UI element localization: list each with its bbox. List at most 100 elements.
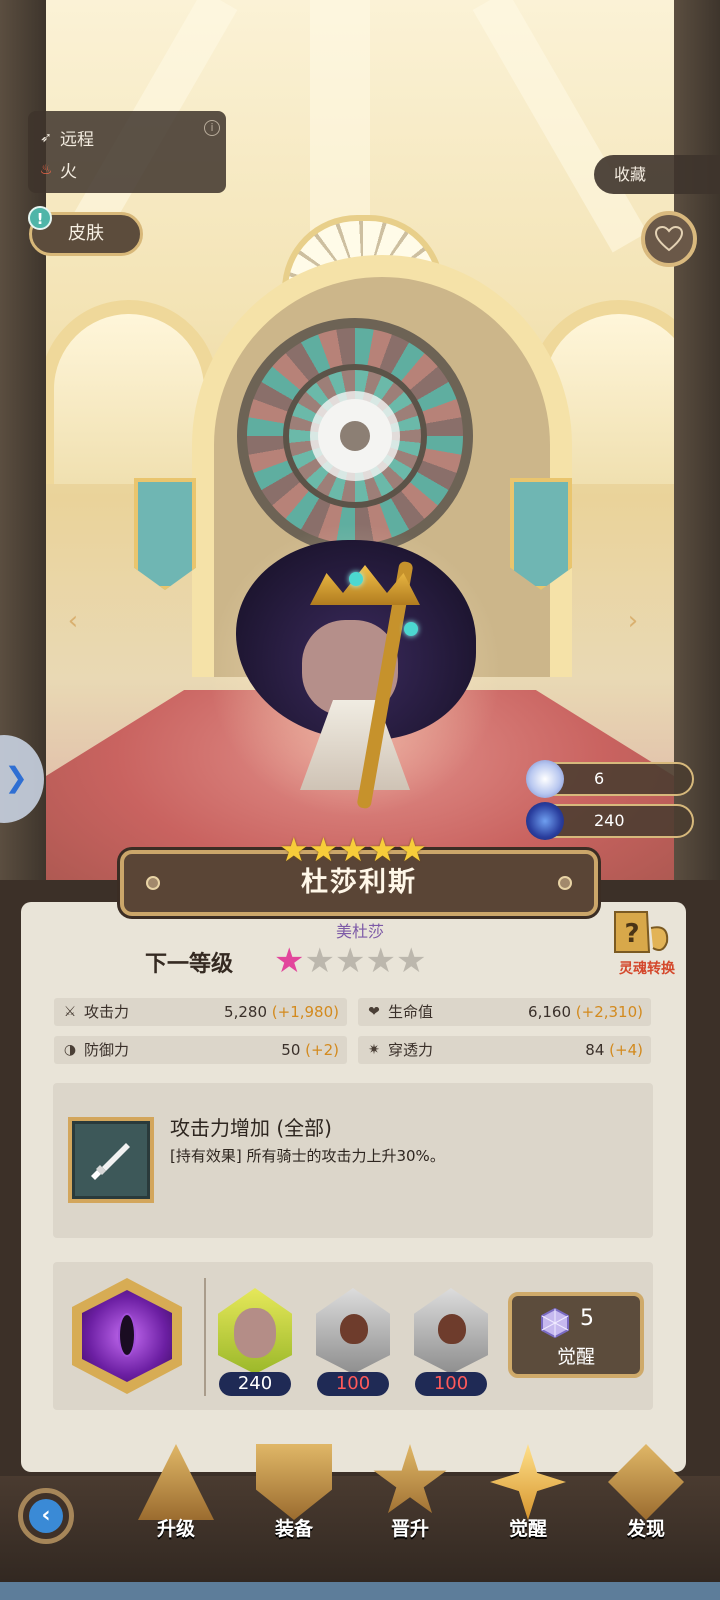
heart-icon: ❤ — [368, 1004, 380, 1020]
attack-type-label: 远程 — [60, 130, 94, 150]
stat-bonus: (+4) — [609, 1041, 643, 1059]
nav-label: 觉醒 — [508, 1518, 547, 1540]
nav-label: 晋升 — [390, 1518, 429, 1540]
next-skin-arrow-icon[interactable]: › — [622, 606, 644, 636]
element-row: ♨ 火 — [38, 157, 77, 183]
rank-star-icon: ★ — [338, 830, 368, 869]
light-ray — [472, 0, 648, 253]
svg-text:?: ? — [624, 919, 639, 949]
awaken-button[interactable]: 5 觉醒 — [508, 1292, 644, 1378]
stat-penetration: ✷ 穿透力 84 (+4) — [358, 1036, 651, 1064]
stat-hp: ❤ 生命值 6,160 (+2,310) — [358, 998, 651, 1026]
stat-label: 防御力 — [84, 1041, 130, 1059]
material-fire-stone[interactable] — [316, 1288, 390, 1374]
sword-icon — [91, 1143, 130, 1180]
stat-label: 穿透力 — [388, 1041, 434, 1059]
awaken-cost: 5 — [580, 1306, 594, 1331]
shield-icon — [256, 1444, 332, 1520]
stat-bonus: (+2) — [305, 1041, 339, 1059]
rank-star-icon: ★ — [308, 830, 339, 869]
skill-title: 攻击力增加 (全部) — [170, 1116, 332, 1140]
chevron-right-icon: ❯ — [4, 761, 28, 794]
system-bar-edge — [0, 1582, 720, 1600]
soul-convert-label[interactable]: 灵魂转换 — [619, 958, 675, 978]
nav-promote[interactable]: 晋升 — [362, 1440, 458, 1570]
stat-bonus: (+1,980) — [271, 1003, 339, 1021]
empty-star-icon: ★ — [334, 941, 366, 981]
nav-discover[interactable]: 发现 — [598, 1440, 694, 1570]
empty-star-icon: ★ — [304, 941, 335, 981]
stat-label: 攻击力 — [84, 1003, 130, 1021]
rank-star-icon: ★ — [367, 830, 398, 869]
stat-attack: ⚔ 攻击力 5,280 (+1,980) — [54, 998, 347, 1026]
stat-value: 5,280 (+1,980) — [224, 998, 339, 1026]
sparkle-star-icon — [490, 1444, 566, 1520]
collection-button[interactable]: 收藏 — [594, 155, 720, 194]
shield-icon: ◑ — [63, 1042, 77, 1058]
next-level-label: 下一等级 — [145, 952, 234, 977]
material-fire-stone[interactable] — [414, 1288, 488, 1374]
alert-badge-icon: ! — [28, 206, 52, 230]
fire-element-icon: ♨ — [39, 161, 53, 178]
plate-rivet — [558, 876, 572, 890]
stat-number: 84 — [585, 1041, 605, 1059]
previous-skin-arrow-icon[interactable]: ‹ — [62, 606, 84, 636]
attack-type-row: ➶ 远程 — [38, 125, 94, 151]
favorite-button[interactable] — [641, 211, 697, 267]
stat-value: 84 (+4) — [585, 1036, 643, 1064]
crystal-gem-icon — [526, 760, 564, 798]
resource-blue-gem-value: 240 — [594, 811, 625, 830]
nav-upgrade[interactable]: 升级 — [128, 1440, 224, 1570]
stat-number: 50 — [281, 1041, 301, 1059]
info-icon[interactable]: i — [204, 120, 220, 136]
resource-crystal-value: 6 — [594, 769, 605, 788]
material-count: 100 — [415, 1372, 487, 1396]
nav-label: 装备 — [274, 1518, 313, 1540]
fire-symbol — [340, 1314, 368, 1344]
stat-value: 6,160 (+2,310) — [528, 998, 643, 1026]
rank-star-icon: ★ — [279, 830, 309, 869]
nav-label: 发现 — [626, 1518, 665, 1540]
gear-emblem — [318, 399, 392, 473]
blue-gem-icon — [526, 802, 564, 840]
material-count: 240 — [219, 1372, 291, 1396]
attack-up-skill-icon[interactable] — [68, 1117, 154, 1203]
collection-button-label: 收藏 — [614, 165, 647, 184]
material-count: 100 — [317, 1372, 389, 1396]
character-type-panel[interactable]: ➶ 远程 ♨ 火 i — [28, 111, 226, 193]
character-rank-stars: ★ ★ ★ ★ ★ — [279, 833, 427, 866]
pierce-icon: ✷ — [368, 1042, 380, 1058]
resource-blue-gem[interactable]: 240 — [526, 802, 694, 840]
stat-number: 5,280 — [224, 1003, 267, 1021]
nav-equipment[interactable]: 装备 — [246, 1440, 342, 1570]
awaken-button-label: 觉醒 — [556, 1346, 595, 1368]
crown-gem — [349, 572, 363, 586]
staff-gem — [404, 622, 418, 636]
skill-description: [持有效果] 所有骑士的攻击力上升30%。 — [170, 1147, 445, 1165]
eye-pupil — [118, 1313, 136, 1357]
back-button[interactable]: ‹ — [18, 1488, 74, 1544]
ranged-bow-icon: ➶ — [40, 129, 52, 146]
back-arrow-icon: ‹ — [29, 1499, 63, 1533]
skin-button-label: 皮肤 — [68, 223, 104, 244]
upgrade-arrow-icon — [138, 1444, 214, 1520]
soul-convert-icon[interactable]: ? — [609, 908, 675, 960]
element-label: 火 — [60, 162, 77, 182]
stat-label: 生命值 — [388, 1003, 434, 1021]
nav-awaken[interactable]: 觉醒 — [480, 1440, 576, 1570]
nav-label: 升级 — [156, 1518, 195, 1540]
diamond-star-icon — [608, 1444, 684, 1520]
fire-symbol — [438, 1314, 466, 1344]
sword-icon: ⚔ — [63, 1004, 77, 1020]
star-icon — [373, 1444, 447, 1514]
heart-outline-icon — [655, 226, 683, 252]
rank-star-icon: ★ — [397, 830, 427, 869]
moon-banner-right — [510, 478, 572, 590]
stat-bonus: (+2,310) — [575, 1003, 643, 1021]
material-character-shard[interactable] — [218, 1288, 292, 1374]
resource-crystal[interactable]: 6 — [526, 760, 694, 798]
empty-star-icon: ★ — [365, 941, 396, 981]
moon-banner-left — [134, 478, 196, 590]
character-portrait — [234, 1308, 276, 1358]
stat-number: 6,160 — [528, 1003, 571, 1021]
